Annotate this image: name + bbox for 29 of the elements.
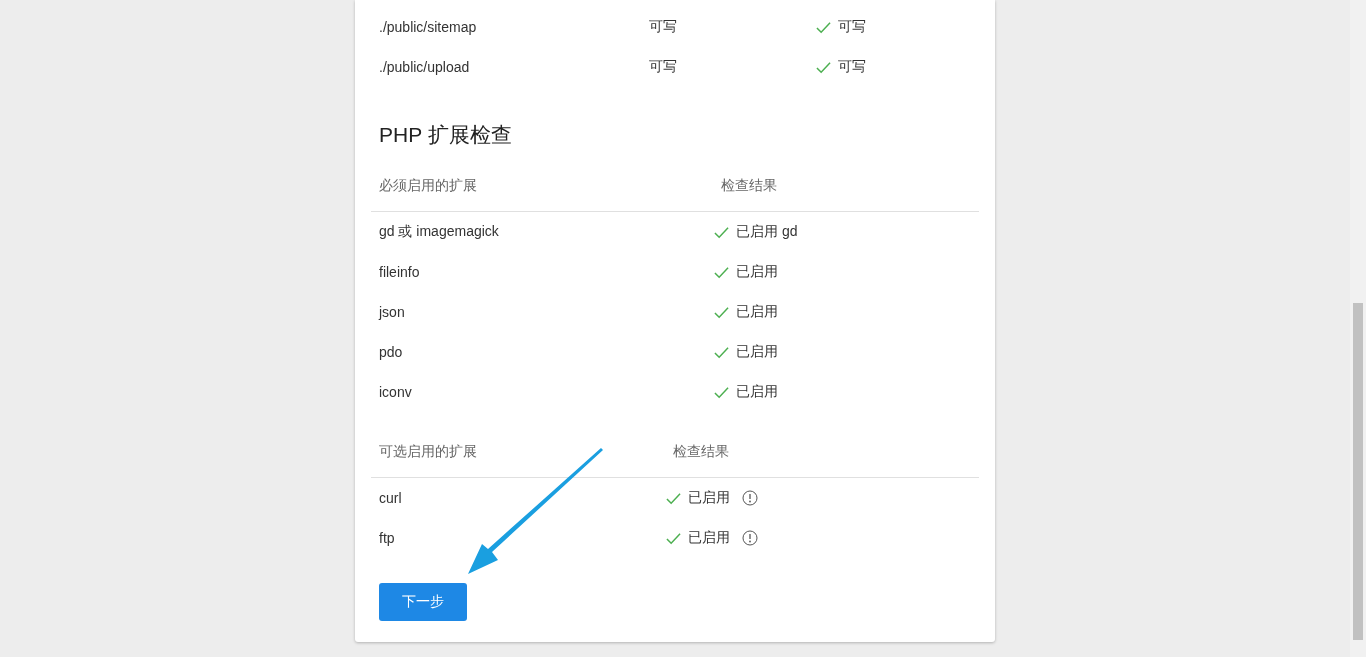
table-cell-text: gd 或 imagemagick [378,223,500,241]
table-cell-text: ./public/sitemap [378,19,478,35]
table-cell-text: json [377,304,406,320]
table-cell: 已启用 [736,343,778,361]
next-button[interactable]: 下一步 [379,583,467,621]
table-cell: 已启用 [688,529,730,547]
scrollbar[interactable] [1350,0,1366,657]
info-icon[interactable] [742,530,758,546]
section-title: PHP 扩展检查 [379,122,513,148]
table-cell: 已启用 [736,383,778,401]
table-cell-text: 可写 [648,18,678,36]
table-cell: 可写 [838,18,866,36]
column-header: 检查结果 [672,443,730,461]
table-cell-text: curl [378,490,403,506]
column-header: 可选启用的扩展 [378,443,478,461]
table-cell-text: pdo [378,344,404,360]
table-cell: 可写 [838,58,866,76]
table-cell-text: ftp [378,530,396,546]
table-cell-text: 可写 [648,58,678,76]
table-cell-text: iconv [378,384,413,400]
table-cell-text: ./public/upload [378,59,471,75]
table-cell: 已启用 [688,489,730,507]
column-header: 检查结果 [720,177,778,195]
table-cell: 已启用 [736,303,778,321]
table-cell: 已启用 gd [736,223,798,241]
column-header: 必须启用的扩展 [378,177,478,195]
table-cell-text: fileinfo [378,264,421,280]
table-cell: 已启用 [736,263,778,281]
info-icon[interactable] [742,490,758,506]
